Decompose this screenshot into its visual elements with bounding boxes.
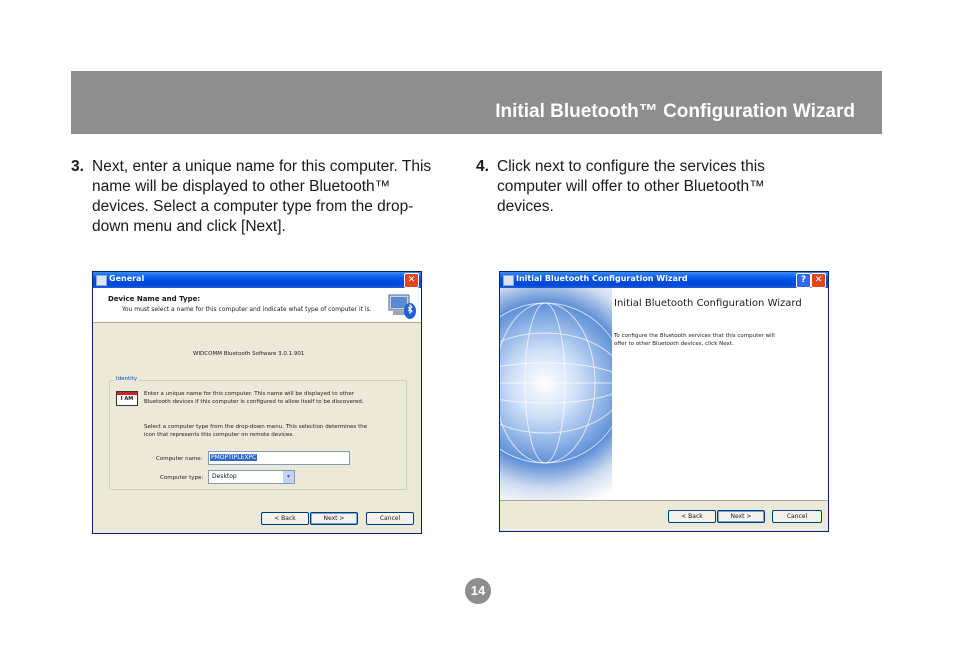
help-icon[interactable]: ?	[796, 273, 811, 288]
type-instructions: Select a computer type from the drop-dow…	[144, 424, 368, 430]
step-text: Click next to configure the services thi…	[497, 158, 765, 215]
window-icon	[96, 275, 107, 286]
close-icon[interactable]: ✕	[404, 273, 419, 288]
cancel-button[interactable]: Cancel	[772, 510, 822, 523]
description-line: offer to other Bluetooth devices, click …	[614, 341, 734, 347]
step-number: 3.	[71, 158, 84, 175]
computer-name-label: Computer name:	[156, 456, 203, 462]
step-text: Next, enter a unique name for this compu…	[92, 158, 432, 235]
wizard-footer: < Back Next > Cancel	[500, 500, 828, 531]
wizard-heading: Initial Bluetooth Configuration Wizard	[614, 298, 802, 309]
page-number: 14	[465, 578, 491, 604]
general-dialog: General ✕ Device Name and Type: You must…	[92, 271, 422, 534]
name-instructions: Enter a unique name for this computer. T…	[144, 391, 355, 397]
name-instructions: Bluetooth devices if this computer is co…	[144, 399, 364, 405]
dialog-header: Device Name and Type: You must select a …	[93, 288, 421, 323]
section-heading: Device Name and Type:	[108, 295, 201, 303]
globe-graphic	[464, 288, 626, 500]
version-text: WIDCOMM Bluetooth Software 3.0.1.901	[193, 351, 305, 357]
computer-type-label: Computer type:	[160, 475, 204, 481]
bluetooth-computer-icon	[388, 294, 416, 319]
globe-icon	[464, 302, 626, 464]
window-icon	[503, 275, 514, 286]
name-tag-icon: I AM	[116, 391, 138, 406]
title-bar: Initial Bluetooth Configuration Wizard ?…	[500, 272, 828, 288]
computer-name-field[interactable]: PMOPTIPLEXPC	[208, 451, 350, 465]
computer-name-value: PMOPTIPLEXPC	[210, 454, 258, 461]
step-number: 4.	[476, 158, 489, 175]
cancel-button[interactable]: Cancel	[366, 512, 414, 525]
back-button[interactable]: < Back	[261, 512, 309, 525]
page-title: Initial Bluetooth™ Configuration Wizard	[495, 101, 855, 122]
title-bar: General ✕	[93, 272, 421, 288]
close-icon[interactable]: ✕	[811, 273, 826, 288]
type-instructions: icon that represents this computer on re…	[144, 432, 294, 438]
computer-type-value: Desktop	[212, 473, 237, 480]
window-title: General	[109, 274, 145, 283]
identity-group: Identity I AM Enter a unique name for th…	[109, 376, 407, 490]
chevron-down-icon[interactable]: ▾	[283, 471, 294, 483]
description-line: To configure the Bluetooth services that…	[614, 333, 775, 339]
section-subheading: You must select a name for this computer…	[122, 306, 372, 313]
computer-type-select[interactable]: Desktop ▾	[208, 470, 295, 484]
wizard-description: To configure the Bluetooth services that…	[614, 332, 804, 348]
next-button[interactable]: Next >	[717, 510, 765, 523]
wizard-dialog: Initial Bluetooth Configuration Wizard ?…	[464, 271, 829, 532]
window-title: Initial Bluetooth Configuration Wizard	[516, 274, 688, 283]
next-button[interactable]: Next >	[310, 512, 358, 525]
header-bar: Initial Bluetooth™ Configuration Wizard	[71, 71, 882, 134]
back-button[interactable]: < Back	[668, 510, 716, 523]
group-label: Identity	[114, 376, 140, 382]
wizard-content: Initial Bluetooth Configuration Wizard T…	[612, 288, 828, 500]
